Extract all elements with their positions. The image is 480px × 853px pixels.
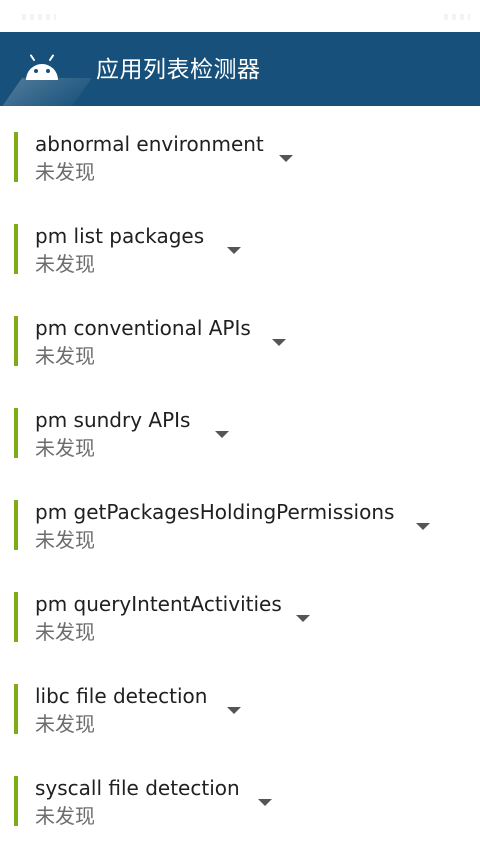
item-status: 未发现: [35, 160, 95, 184]
list-item[interactable]: pm getPackagesHoldingPermissions 未发现: [0, 474, 480, 566]
status-accent-bar: [14, 500, 18, 550]
item-title: pm getPackagesHoldingPermissions: [35, 500, 395, 524]
item-title: libc file detection: [35, 684, 208, 708]
dropdown-caret-icon[interactable]: [279, 155, 293, 162]
list-item[interactable]: pm sundry APIs 未发现: [0, 382, 480, 474]
android-icon: [26, 54, 58, 80]
status-bar-right-indicators: [444, 14, 470, 20]
list-item[interactable]: abnormal environment 未发现: [0, 106, 480, 198]
item-title: abnormal environment: [35, 132, 264, 156]
status-accent-bar: [14, 316, 18, 366]
item-title: pm list packages: [35, 224, 205, 248]
item-status: 未发现: [35, 344, 95, 368]
list-item[interactable]: pm queryIntentActivities 未发现: [0, 566, 480, 658]
item-title: pm sundry APIs: [35, 408, 191, 432]
status-bar: [0, 0, 480, 32]
item-status: 未发现: [35, 620, 95, 644]
dropdown-caret-icon[interactable]: [227, 707, 241, 714]
dropdown-caret-icon[interactable]: [215, 431, 229, 438]
status-accent-bar: [14, 776, 18, 826]
item-status: 未发现: [35, 252, 95, 276]
item-status: 未发现: [35, 528, 95, 552]
item-status: 未发现: [35, 804, 95, 828]
app-title: 应用列表检测器: [96, 57, 261, 83]
item-status: 未发现: [35, 712, 95, 736]
list-item[interactable]: syscall file detection 未发现: [0, 750, 480, 842]
status-accent-bar: [14, 684, 18, 734]
dropdown-caret-icon[interactable]: [227, 247, 241, 254]
dropdown-caret-icon[interactable]: [272, 339, 286, 346]
app-bar: 应用列表检测器: [0, 32, 480, 106]
item-title: pm conventional APIs: [35, 316, 251, 340]
status-accent-bar: [14, 592, 18, 642]
dropdown-caret-icon[interactable]: [416, 523, 430, 530]
item-title: pm queryIntentActivities: [35, 592, 282, 616]
list-item[interactable]: pm conventional APIs 未发现: [0, 290, 480, 382]
list-item[interactable]: libc file detection 未发现: [0, 658, 480, 750]
item-title: syscall file detection: [35, 776, 240, 800]
status-accent-bar: [14, 224, 18, 274]
status-bar-left-indicators: [22, 14, 56, 20]
list-item[interactable]: pm list packages 未发现: [0, 198, 480, 290]
status-accent-bar: [14, 132, 18, 182]
status-accent-bar: [14, 408, 18, 458]
dropdown-caret-icon[interactable]: [258, 799, 272, 806]
dropdown-caret-icon[interactable]: [296, 615, 310, 622]
item-status: 未发现: [35, 436, 95, 460]
